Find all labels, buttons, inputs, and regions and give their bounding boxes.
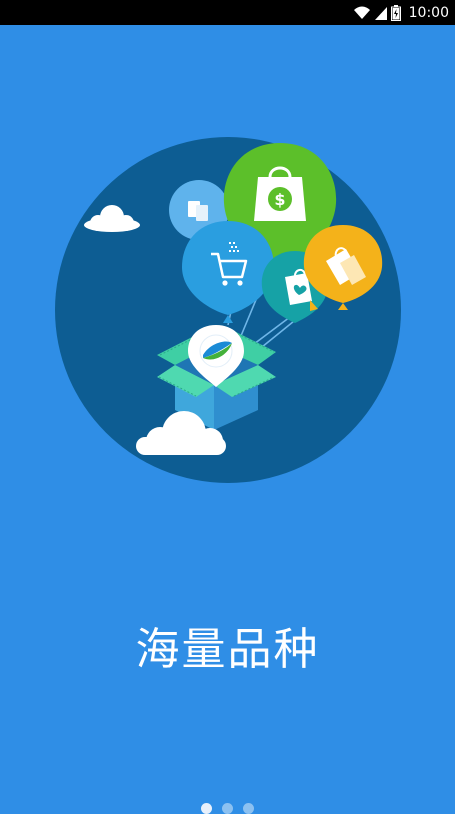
wifi-icon — [353, 6, 371, 20]
onboarding-illustration: $ — [55, 137, 401, 483]
battery-icon — [390, 4, 401, 21]
signal-icon — [374, 6, 387, 20]
status-time: 10:00 — [408, 4, 449, 21]
svg-text:$: $ — [274, 190, 285, 209]
status-bar: 10:00 — [0, 0, 455, 25]
onboarding-headline: 海量品种 — [135, 624, 320, 675]
onboarding-screen: $ 海量品种 — [0, 25, 455, 814]
